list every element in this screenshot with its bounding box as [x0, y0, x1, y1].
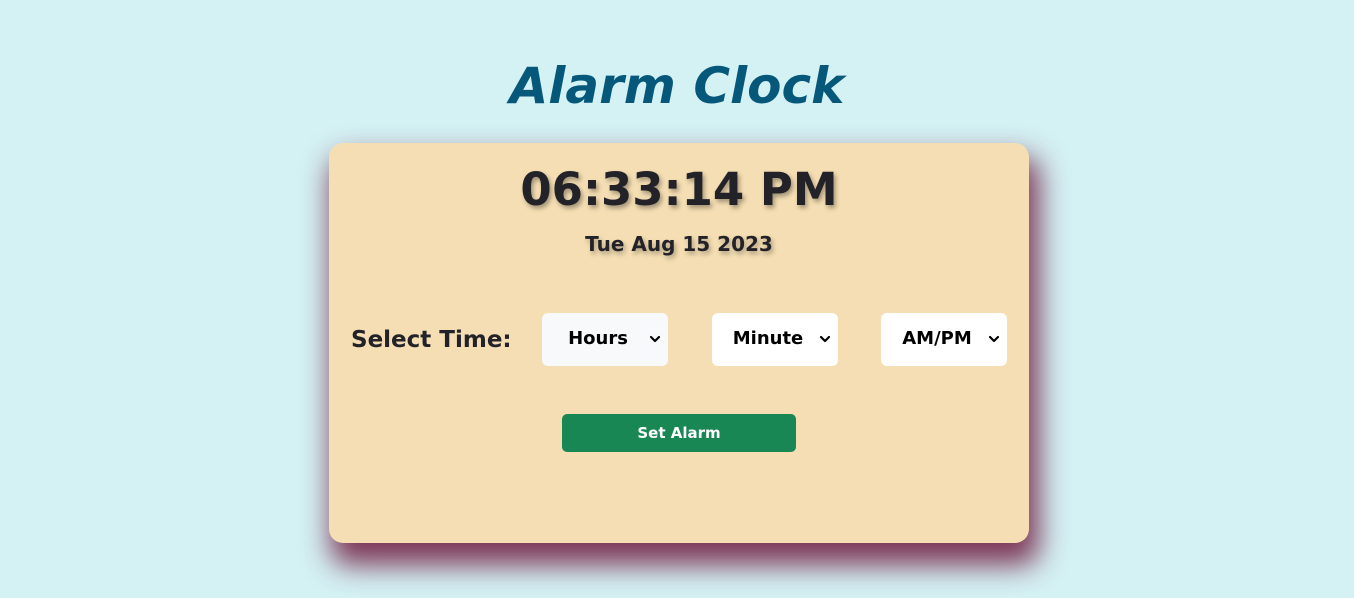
set-alarm-button[interactable]: Set Alarm	[562, 414, 796, 452]
hours-select[interactable]: Hours	[542, 313, 668, 366]
minute-select[interactable]: Minute	[712, 313, 838, 366]
alarm-card: 06:33:14 PM Tue Aug 15 2023 Select Time:…	[329, 143, 1029, 543]
minute-select-value: Minute	[732, 328, 804, 349]
chevron-down-icon	[988, 335, 1000, 343]
current-date: Tue Aug 15 2023	[585, 232, 773, 256]
ampm-select[interactable]: AM/PM	[881, 313, 1007, 366]
page-title: Alarm Clock	[509, 57, 845, 115]
hours-select-value: Hours	[568, 328, 628, 349]
chevron-down-icon	[649, 335, 661, 343]
select-time-label: Select Time:	[351, 327, 512, 353]
current-time: 06:33:14 PM	[520, 163, 838, 216]
chevron-down-icon	[819, 335, 831, 343]
ampm-select-value: AM/PM	[902, 328, 972, 349]
